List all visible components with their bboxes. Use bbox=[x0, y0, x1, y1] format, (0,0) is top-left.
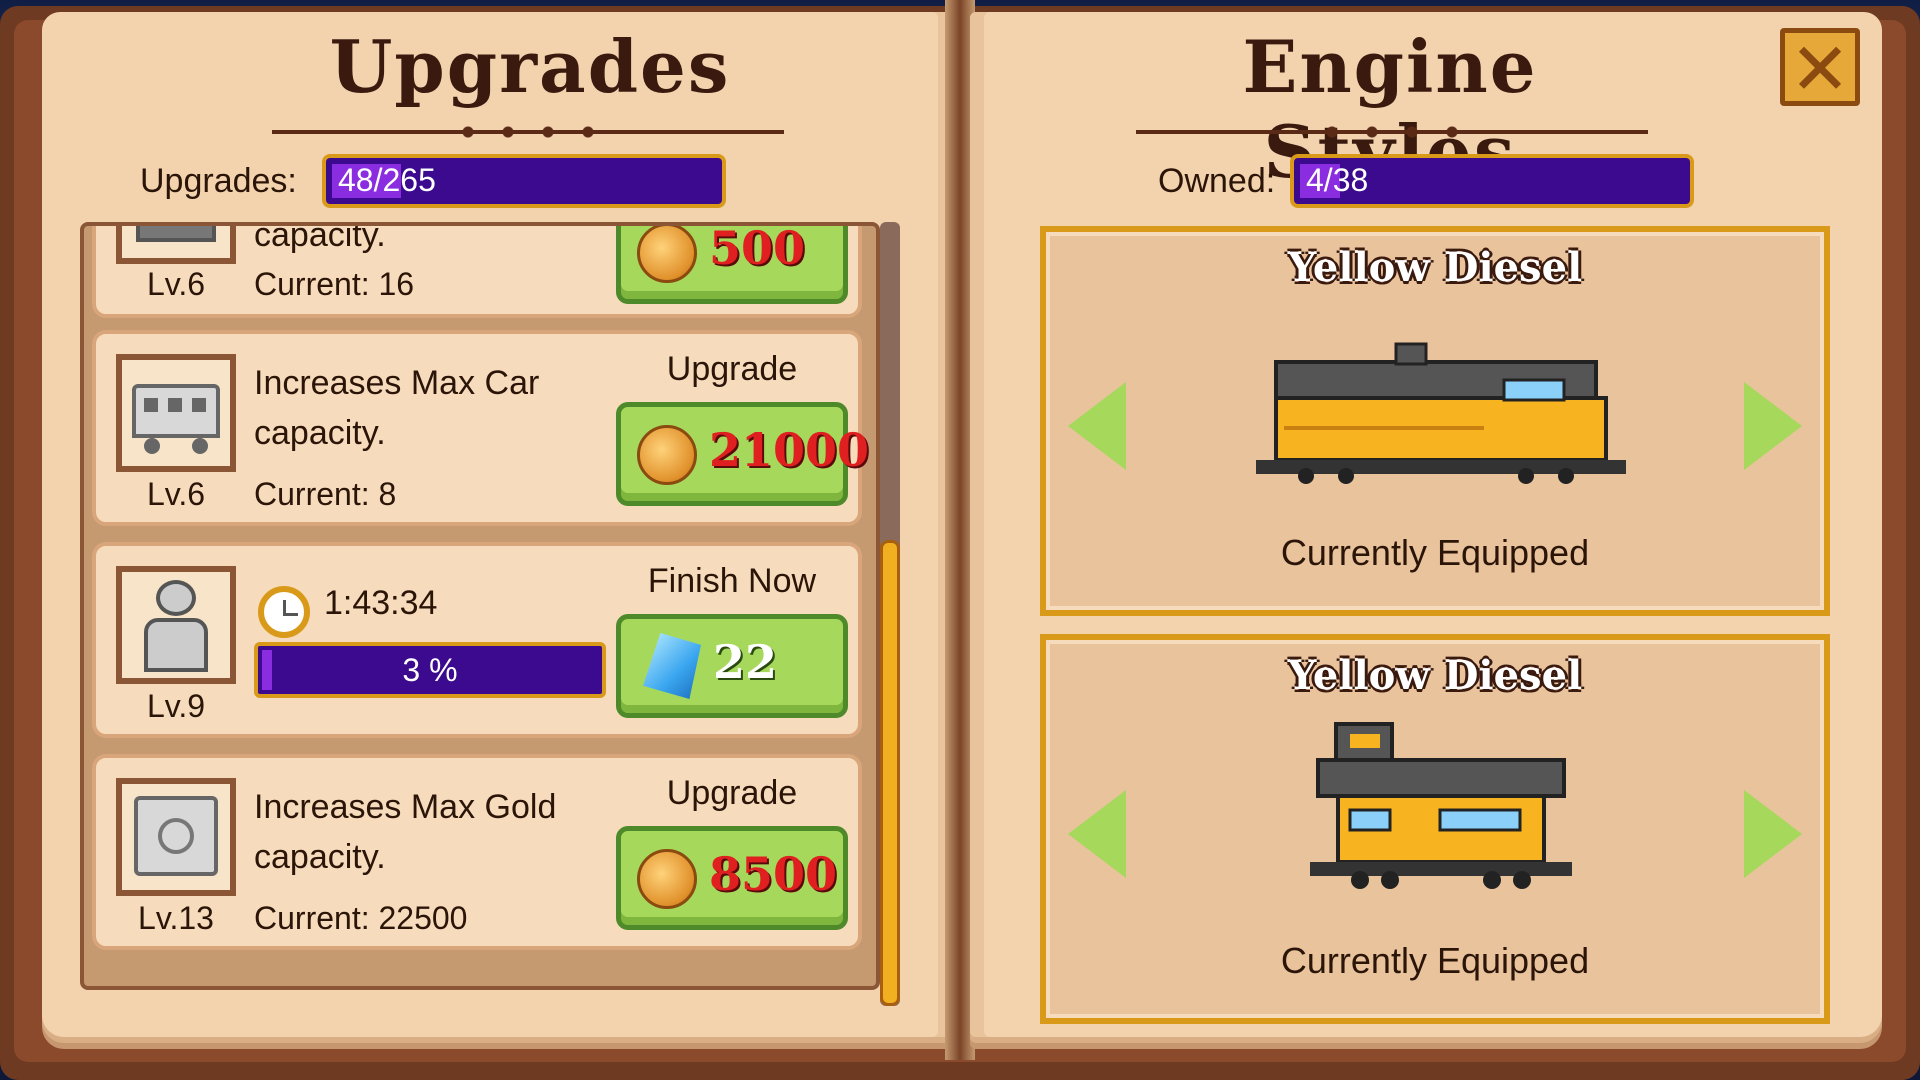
passenger-car-icon bbox=[116, 354, 236, 472]
safe-icon bbox=[116, 778, 236, 896]
upgrade-current: Current: 8 bbox=[254, 476, 397, 512]
upgrade-desc: capacity. bbox=[254, 222, 386, 260]
upgrade-level: Lv.6 bbox=[146, 266, 206, 302]
owned-count-bar: 4/38 bbox=[1290, 154, 1694, 208]
owned-count-label: Owned: bbox=[1158, 162, 1276, 200]
engine-style-name: Yellow Diesel bbox=[1287, 244, 1583, 291]
upgrade-level: Lv.9 bbox=[146, 688, 206, 724]
engine-styles-divider bbox=[1136, 125, 1648, 139]
gem-icon bbox=[643, 633, 701, 699]
engine-style-name: Yellow Diesel bbox=[1287, 652, 1583, 699]
upgrade-buy-button[interactable]: 8500 bbox=[616, 826, 848, 930]
train-car-icon bbox=[116, 226, 236, 264]
upgrade-card-train-capacity: capacity. Lv.6 Current: 16 500 bbox=[92, 222, 862, 318]
upgrade-desc-line2: capacity. bbox=[254, 414, 386, 452]
upgrade-desc-line1: Increases Max Gold bbox=[254, 788, 557, 826]
engine-style-status: Currently Equipped bbox=[1280, 940, 1590, 981]
owned-count-value: 4/38 bbox=[1306, 162, 1369, 198]
upgrade-desc: Increases Max Car capacity. bbox=[254, 358, 539, 458]
upgrade-card-gold-capacity: Increases Max Gold capacity. Lv.13 Curre… bbox=[92, 754, 862, 950]
upgrades-divider bbox=[272, 125, 784, 139]
upgrade-level: Lv.13 bbox=[138, 900, 214, 936]
upgrade-action-label: Upgrade bbox=[666, 774, 798, 812]
upgrade-price: 500 bbox=[709, 222, 806, 275]
prev-style-arrow-icon[interactable] bbox=[1068, 382, 1126, 470]
upgrade-current: Current: 16 bbox=[254, 266, 415, 302]
next-style-arrow-icon[interactable] bbox=[1744, 790, 1802, 878]
upgrade-timer: 1:43:34 bbox=[324, 584, 438, 622]
stopwatch-icon bbox=[258, 586, 310, 638]
upgrade-action-label: Upgrade bbox=[666, 350, 798, 388]
gem-price: 22 bbox=[713, 635, 778, 689]
upgrade-card-car-capacity: Increases Max Car capacity. Lv.6 Current… bbox=[92, 330, 869, 526]
upgrade-price: 8500 bbox=[709, 847, 838, 901]
upgrade-desc-line2: capacity. bbox=[254, 838, 386, 876]
upgrades-title: Upgrades bbox=[329, 24, 731, 109]
upgrades-count-value: 48/265 bbox=[338, 162, 436, 198]
next-style-arrow-icon[interactable] bbox=[1744, 382, 1802, 470]
upgrade-current: Current: 22500 bbox=[254, 900, 468, 936]
engine-style-panel: Yellow Diesel Currently Equipped bbox=[1040, 226, 1830, 616]
close-button[interactable]: ✕ bbox=[1780, 27, 1860, 111]
upgrade-scrollbar-thumb[interactable] bbox=[880, 540, 900, 1006]
close-icon: ✕ bbox=[1789, 27, 1851, 111]
upgrades-count-label: Upgrades: bbox=[140, 162, 297, 200]
worker-icon bbox=[116, 566, 236, 684]
upgrade-action-label: Finish Now bbox=[647, 562, 817, 600]
caboose-icon bbox=[1310, 722, 1572, 889]
upgrades-count-bar: 48/265 bbox=[322, 154, 726, 208]
coin-icon bbox=[637, 425, 697, 485]
engine-style-panel: Yellow Diesel Currently Equipped bbox=[1040, 634, 1830, 1024]
diesel-locomotive-icon bbox=[1256, 342, 1626, 484]
prev-style-arrow-icon[interactable] bbox=[1068, 790, 1126, 878]
upgrade-desc-line2: capacity. bbox=[254, 222, 386, 254]
upgrade-progress-bar: 3 % bbox=[254, 642, 606, 698]
upgrade-desc: Increases Max Gold capacity. bbox=[254, 782, 556, 882]
upgrade-buy-button[interactable]: 500 bbox=[616, 222, 848, 304]
upgrade-list[interactable]: capacity. Lv.6 Current: 16 500 Increases… bbox=[80, 222, 880, 990]
engine-style-status: Currently Equipped bbox=[1280, 532, 1590, 573]
upgrade-card-worker: Lv.9 1:43:34 3 % Finish Now 22 bbox=[92, 542, 862, 738]
finish-now-button[interactable]: 22 bbox=[616, 614, 848, 718]
upgrade-buy-button[interactable]: 21000 bbox=[616, 402, 869, 506]
upgrade-price: 21000 bbox=[709, 423, 870, 477]
upgrade-progress-text: 3 % bbox=[402, 652, 458, 688]
coin-icon bbox=[637, 849, 697, 909]
coin-icon bbox=[637, 226, 697, 283]
upgrade-level: Lv.6 bbox=[146, 476, 206, 512]
upgrade-desc-line1: Increases Max Car bbox=[254, 364, 540, 402]
